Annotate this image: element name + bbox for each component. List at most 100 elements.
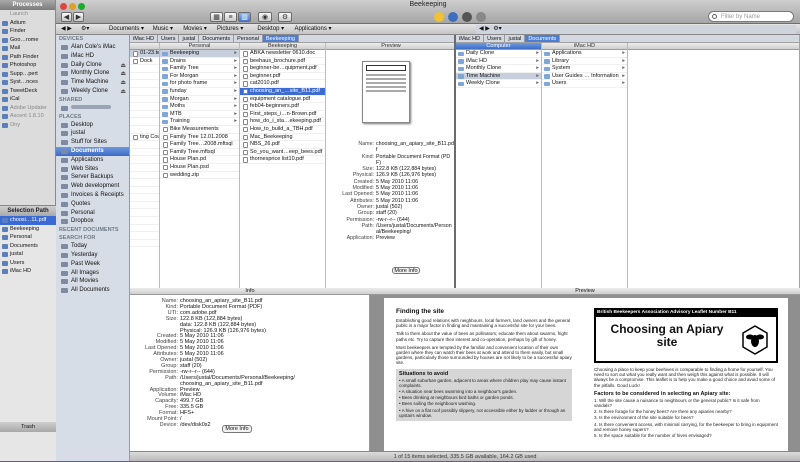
zoom-icon[interactable] (78, 3, 85, 10)
documents-row[interactable] (130, 194, 159, 202)
selection-path-item[interactable]: justal (0, 250, 56, 259)
sidebar-item-web-sites[interactable]: Web Sites (56, 165, 129, 174)
nav-item-documents[interactable]: Documents ▾ (106, 25, 147, 34)
beekeeping-row[interactable]: how_do_i_sta…ekeeping.pdf (240, 118, 325, 126)
sidebar-search-item[interactable]: Past Week (56, 260, 129, 269)
sidebar-item-web-development[interactable]: Web development (56, 182, 129, 191)
process-item[interactable]: Adobe Updater (0, 104, 55, 113)
process-item[interactable]: Ony (0, 121, 55, 130)
computer-row[interactable]: iMac HD ▸ (456, 58, 541, 66)
sidebar-item-invoices-receipts[interactable]: Invoices & Receipts (56, 191, 129, 200)
process-item[interactable]: iCal (0, 95, 55, 104)
process-item[interactable]: Goo…rome (0, 36, 55, 45)
imac-hd-row[interactable]: User Guides … Information ▸ (542, 73, 627, 81)
personal-row[interactable]: for photo frame ▸ (160, 80, 239, 88)
beekeeping-row[interactable]: cat2010.pdf (240, 80, 325, 88)
selection-path-item[interactable]: choosi…11.pdf (0, 216, 56, 225)
personal-row[interactable]: funday ▸ (160, 88, 239, 96)
path-crumb[interactable]: justal (179, 35, 200, 42)
path-crumb[interactable]: Users (484, 35, 506, 42)
process-item[interactable]: Syst…nces (0, 78, 55, 87)
sidebar-item-device[interactable]: Time Machine ⏏ (56, 78, 129, 87)
info-more-button[interactable]: More Info (222, 425, 252, 433)
beekeeping-row[interactable]: beginner.pdf (240, 73, 325, 81)
process-item[interactable]: Finder (0, 27, 55, 36)
sidebar-item-device[interactable]: Daily Clone ⏏ (56, 61, 129, 70)
documents-row[interactable]: ting Course (130, 134, 159, 142)
personal-row[interactable]: Bike Measurements (160, 126, 239, 134)
column-view-icon[interactable]: ▥ (238, 12, 251, 22)
sidebar-item-stuff-for-sites[interactable]: Stuff for Sites (56, 138, 129, 147)
documents-row[interactable] (130, 240, 159, 248)
process-item[interactable]: Ascent 1.8.10 (0, 112, 55, 121)
sidebar-search-item[interactable]: Today (56, 242, 129, 251)
sidebar-search-item[interactable]: Yesterday (56, 251, 129, 260)
delete-icon[interactable] (476, 12, 486, 22)
imac-hd-row[interactable]: System ▸ (542, 65, 627, 73)
selection-path-item[interactable]: Users (0, 259, 56, 268)
documents-row[interactable] (130, 156, 159, 164)
process-item[interactable]: Adium (0, 19, 55, 28)
selection-path-item[interactable]: Documents (0, 242, 56, 251)
minimize-icon[interactable] (69, 3, 76, 10)
personal-row[interactable]: Beekeeping ▸ (160, 50, 239, 58)
documents-row[interactable] (130, 111, 159, 119)
documents-row[interactable] (130, 73, 159, 81)
close-icon[interactable] (60, 3, 67, 10)
processes-title[interactable]: Processes (0, 0, 55, 10)
preview-panel-header[interactable]: Preview (370, 288, 800, 295)
nav-item-movies[interactable]: Movies ▾ (180, 25, 210, 34)
documents-row[interactable]: 01-23.textedit (130, 50, 159, 58)
gear-icon[interactable]: ⚙▾ (78, 25, 92, 34)
documents-row[interactable] (130, 80, 159, 88)
beekeeping-row[interactable]: So_you_want…eep_bees.pdf (240, 149, 325, 157)
personal-row[interactable]: Moths ▸ (160, 103, 239, 111)
beekeeping-row[interactable]: beehaus_brochure.pdf (240, 58, 325, 66)
path-crumb[interactable]: Documents (525, 35, 561, 42)
beekeeping-row[interactable]: beginner-be…quipment.pdf (240, 65, 325, 73)
info-icon[interactable] (448, 12, 458, 22)
documents-row[interactable]: Dock (130, 58, 159, 66)
beekeeping-row[interactable]: Mac_Beekeeping (240, 134, 325, 142)
personal-row[interactable]: Training ▸ (160, 118, 239, 126)
computer-row[interactable]: Weekly Clone ▸ (456, 80, 541, 88)
connect-icon[interactable] (462, 12, 472, 22)
beekeeping-row[interactable]: How_to_build_a_TBH.pdf (240, 126, 325, 134)
documents-row[interactable] (130, 65, 159, 73)
sidebar-item-justal[interactable]: justal (56, 129, 129, 138)
beekeeping-row[interactable]: NBS_26.pdf (240, 141, 325, 149)
sidebar-item-server-backups[interactable]: Server Backups (56, 173, 129, 182)
trash-label[interactable]: Trash (0, 422, 56, 432)
imac-hd-row[interactable]: Library ▸ (542, 58, 627, 66)
selection-path-item[interactable]: iMac HD (0, 267, 56, 276)
documents-row[interactable] (130, 141, 159, 149)
path-crumb[interactable]: Personal (234, 35, 263, 42)
eject-icon[interactable]: ⏏ (120, 88, 126, 96)
sidebar-item-quotes[interactable]: Quotes (56, 200, 129, 209)
launch-label[interactable]: Launch (0, 10, 55, 19)
burn-icon[interactable] (434, 12, 444, 22)
imac-hd-row[interactable]: Applications ▸ (542, 50, 627, 58)
personal-row[interactable]: For Morgan ▸ (160, 73, 239, 81)
beekeeping-row[interactable]: choosing_an_…site_B11.pdf (240, 87, 325, 96)
sidebar-item-device[interactable]: Monthly Clone ⏏ (56, 69, 129, 78)
documents-row[interactable] (130, 164, 159, 172)
personal-row[interactable]: Family Tree 12.01.2008 (160, 134, 239, 142)
sidebar-search-item[interactable]: All Documents (56, 286, 129, 295)
icon-view-icon[interactable]: ▦ (210, 12, 223, 22)
path-crumb[interactable]: Documents (199, 35, 235, 42)
process-item[interactable]: Photoshop (0, 61, 55, 70)
documents-row[interactable] (130, 103, 159, 111)
documents-row[interactable] (130, 187, 159, 195)
documents-row[interactable] (130, 179, 159, 187)
sidebar-item-applications[interactable]: Applications (56, 156, 129, 165)
sidebar-item-shared[interactable] (56, 104, 129, 113)
sidebar-item-documents[interactable]: Documents (56, 146, 129, 156)
nav-item-applications[interactable]: Applications ▾ (292, 25, 335, 34)
eject-icon[interactable]: ⏏ (120, 70, 126, 78)
documents-row[interactable] (130, 118, 159, 126)
info-header[interactable]: Info (130, 288, 370, 295)
personal-row[interactable]: MTB ▸ (160, 111, 239, 119)
documents-row[interactable] (130, 209, 159, 218)
documents-row[interactable] (130, 202, 159, 210)
